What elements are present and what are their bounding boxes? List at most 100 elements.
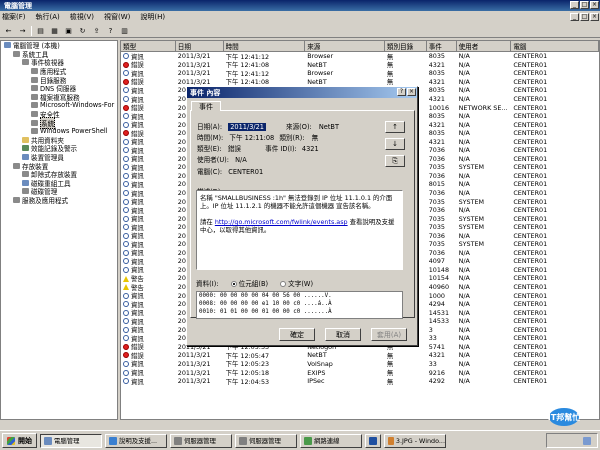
event-user-cell: N/A [458,351,470,360]
event-row[interactable]: 資訊 2011/3/21 下午 12:41:12 Browser 無 8035 N/A CEN… [121,69,599,78]
help-link[interactable]: http://go.microsoft.com/fwlink/events.as… [215,218,348,226]
task-computer-management[interactable]: 電腦管理 [40,433,102,448]
event-id-cell: 10016 [428,103,450,112]
up-folder-icon[interactable]: ▤ [35,26,46,36]
event-properties-dialog: 事件 內容 ? × 事件 日期(A): 2011/3/21 來源(O): Net… [186,86,418,346]
next-event-button[interactable]: ↓ [385,138,405,150]
event-pc-cell: CENTER01 [513,103,548,112]
forward-icon[interactable]: → [17,26,28,36]
start-button[interactable]: 開始 [2,433,37,448]
time-value: 下午 12:11:08 [229,134,275,142]
folder-icon [22,171,29,178]
tree-node[interactable]: 檔案複寫服務 [1,93,117,102]
task-server-manager-1[interactable]: 伺服器管理 [170,433,232,448]
menu-view[interactable]: 檢視(V) [70,12,94,22]
column-event[interactable]: 事件 [427,41,457,51]
event-row[interactable]: 資訊 2011/3/21 下午 12:04:53 IPSec 無 4292 N/A CENTE… [121,377,599,386]
column-category[interactable]: 類別目錄 [385,41,427,51]
event-id-cell: 8035 [428,112,445,121]
tray-network-icon[interactable] [583,436,591,445]
minimize-button[interactable]: _ [570,1,579,9]
event-id-cell: 4321 [428,77,445,86]
mdi-close-button[interactable]: × [590,13,599,21]
column-date[interactable]: 日期 [176,41,224,51]
event-user-cell: N/A [458,86,470,95]
event-row[interactable]: 資訊 2011/3/21 下午 12:05:18 EXIPS 無 9216 N/A CENTE… [121,368,599,377]
dialog-close-button[interactable]: × [407,88,416,96]
info-icon [123,138,129,145]
info-icon [123,70,129,77]
show-tree-icon[interactable]: ▦ [49,26,60,36]
event-id-cell: 4294 [428,300,445,309]
cancel-button[interactable]: 取消 [325,328,361,341]
menu-help[interactable]: 說明(H) [140,12,165,22]
tree-node[interactable]: 系統 [1,116,117,129]
event-user-cell: N/A [458,171,470,180]
close-button[interactable]: × [590,1,599,9]
back-icon[interactable]: ← [3,26,14,36]
column-computer[interactable]: 電腦 [511,41,599,51]
folder-icon [31,128,38,135]
event-pc-cell: CENTER01 [513,257,548,266]
view-icon[interactable]: ▥ [119,26,130,36]
ok-button[interactable]: 確定 [279,328,315,341]
error-icon [123,352,129,359]
folder-icon [22,145,29,152]
event-row[interactable]: 資訊 2011/3/21 下午 12:05:23 VolSnap 無 33 N/A CENTE… [121,360,599,368]
export-icon[interactable]: ⇪ [91,26,102,36]
event-row[interactable]: 錯誤 2011/3/21 下午 12:05:47 NetBT 無 4321 N/A CENTE… [121,351,599,360]
radio-words[interactable]: 文字(W) [280,280,313,288]
error-icon [123,130,129,137]
user-label: 使用者(U): [197,156,229,164]
event-id-cell: 8035 [428,86,445,95]
event-row[interactable]: 錯誤 2011/3/21 下午 12:41:08 NetBT 無 4321 N/A CENTE… [121,61,599,69]
refresh-icon[interactable]: ↻ [77,26,88,36]
tree-node[interactable]: 裝置管理員 [1,153,117,162]
info-icon [123,190,129,197]
mdi-restore-button[interactable]: □ [580,13,589,21]
info-icon [123,224,129,231]
apply-button[interactable]: 套用(A) [371,328,407,341]
copy-event-button[interactable]: ⎘ [385,155,405,167]
toolbar-separator [31,25,32,36]
event-pc-cell: CENTER01 [513,86,548,95]
maximize-button[interactable]: □ [580,1,589,9]
task-server-manager-2[interactable]: 伺服器管理 [235,433,297,448]
task-unnamed[interactable] [365,433,381,448]
dialog-help-button[interactable]: ? [397,88,406,96]
task-help-support[interactable]: 說明及支援... [105,433,167,448]
tree-node[interactable]: 服務及應用程式 [1,196,117,205]
help-icon[interactable]: ? [105,26,116,36]
event-row[interactable]: 資訊 2011/3/21 下午 12:41:12 Browser 無 8035 N/A CEN… [121,52,599,61]
event-pc-cell: CENTER01 [513,291,548,300]
column-type[interactable]: 類型 [121,41,176,51]
tree-node[interactable]: 磁碟重組工具 [1,179,117,188]
tree-node[interactable]: 電腦管理 (本機) [1,41,117,50]
event-row[interactable]: 錯誤 2011/3/21 下午 12:41:08 NetBT 無 4321 N/A CENTE… [121,77,599,86]
column-time[interactable]: 時間 [224,41,306,51]
mdi-minimize-button[interactable]: _ [570,13,579,21]
column-source[interactable]: 來源 [305,41,385,51]
task-image-viewer[interactable]: 3.JPG - Windo... [384,433,446,448]
description-box[interactable]: 名稱 "SMALLBUSINESS :1h" 無法登錄到 IP 位址 11.1.… [196,190,403,270]
date-label: 日期(A): [197,123,223,131]
tab-event[interactable]: 事件 [191,101,221,111]
column-user[interactable]: 使用者 [457,41,512,51]
tree-node[interactable]: 安全性 [1,110,117,119]
event-user-cell: N/A [458,112,470,121]
menu-action[interactable]: 執行(A) [36,12,60,22]
radio-bytes[interactable]: 位元組(B) [230,280,268,288]
task-network-connections[interactable]: 網路連線 [300,433,362,448]
menu-file[interactable]: 檔案(F) [2,12,26,22]
window-titlebar: 電腦管理 [0,0,600,11]
event-user-cell: N/A [458,274,470,283]
task-label: 3.JPG - Windo... [395,436,445,445]
console-tree[interactable]: 電腦管理 (本機) 系統工具 事件檢視器 應用程式 目錄服務 DNS 伺服器 檔案複寫服務 M… [0,40,118,420]
menu-window[interactable]: 視窗(W) [104,12,130,22]
event-user-cell: N/A [458,308,470,317]
task-label: 網路連線 [314,437,340,445]
category-label: 類別(R): [279,134,305,142]
properties-icon[interactable]: ▣ [63,26,74,36]
previous-event-button[interactable]: ↑ [385,121,405,133]
hex-data-box[interactable]: 0000: 00 00 00 00 04 00 56 00 ......V. 0… [196,291,403,319]
